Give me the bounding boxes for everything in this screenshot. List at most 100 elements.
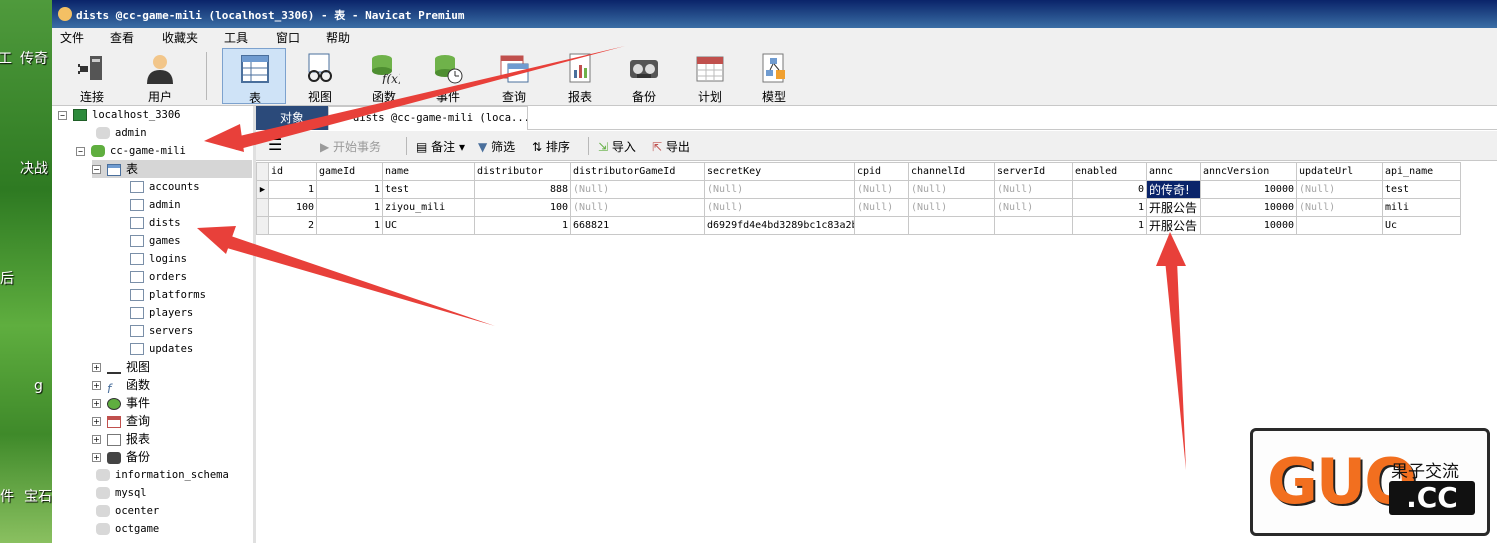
tree-database[interactable]: admin (96, 124, 147, 142)
table-cell[interactable]: (Null) (704, 198, 855, 217)
collapse-icon[interactable]: − (76, 146, 85, 156)
tree-tables-group[interactable]: − 表 (92, 160, 252, 178)
desktop-label[interactable]: 件 (0, 486, 14, 506)
import-button[interactable]: ⇲ 导入 (598, 138, 636, 155)
tree-database[interactable]: information_schema (96, 466, 229, 484)
tree-queries-group[interactable]: + 查询 (92, 412, 150, 430)
model-button[interactable]: 模型 (742, 48, 806, 104)
tree-database[interactable]: octgame (96, 520, 159, 538)
view-button[interactable]: 视图 (288, 48, 352, 104)
column-header[interactable]: anncVersion (1200, 162, 1297, 181)
tree-table-dists[interactable]: dists (130, 214, 181, 232)
table-cell[interactable]: (Null) (1296, 198, 1383, 217)
collapse-icon[interactable]: − (92, 165, 101, 174)
desktop-label[interactable]: 宝石 (24, 486, 52, 506)
desktop-label[interactable]: g (34, 378, 43, 394)
table-cell[interactable]: (Null) (854, 180, 909, 199)
menu-view[interactable]: 查看 (110, 29, 134, 46)
table-cell[interactable] (908, 216, 995, 235)
table-button[interactable]: 表 (222, 48, 286, 105)
table-cell[interactable]: (Null) (570, 198, 705, 217)
table-cell[interactable]: 1 (316, 216, 383, 235)
tree-backups-group[interactable]: + 备份 (92, 448, 150, 466)
table-cell[interactable]: d6929fd4e4bd3289bc1c83a2b (704, 216, 855, 235)
column-header[interactable]: cpid (854, 162, 909, 181)
table-cell[interactable]: 1 (316, 198, 383, 217)
menu-file[interactable]: 文件 (60, 29, 84, 46)
tree-table[interactable]: platforms (130, 286, 206, 304)
backup-button[interactable]: 备份 (612, 48, 676, 104)
export-button[interactable]: ⇱ 导出 (652, 138, 690, 155)
table-cell[interactable]: 10000 (1200, 180, 1297, 199)
memo-button[interactable]: ▤ 备注 ▾ (416, 138, 465, 155)
expand-icon[interactable]: + (92, 417, 101, 426)
table-cell[interactable]: 100 (268, 198, 317, 217)
tree-database[interactable]: ocenter (96, 502, 159, 520)
event-button[interactable]: 事件 (416, 48, 480, 104)
column-header[interactable]: annc (1146, 162, 1201, 181)
table-cell[interactable]: Uc (1382, 216, 1461, 235)
tree-functions-group[interactable]: + f 函数 (92, 376, 150, 396)
menu-help[interactable]: 帮助 (326, 29, 350, 46)
column-header[interactable]: id (268, 162, 317, 181)
table-cell[interactable]: (Null) (704, 180, 855, 199)
table-cell[interactable]: 1 (316, 180, 383, 199)
tree-table[interactable]: admin (130, 196, 181, 214)
column-header[interactable]: distributorGameId (570, 162, 705, 181)
table-cell[interactable]: test (1382, 180, 1461, 199)
table-row[interactable]: ▶ 1 1 test 888 (Null) (Null) (Null) (Nul… (256, 180, 1461, 199)
expand-icon[interactable]: + (92, 399, 101, 408)
tab-objects[interactable]: 对象 (256, 106, 328, 130)
table-cell[interactable] (994, 216, 1073, 235)
sort-button[interactable]: ⇅ 排序 (532, 138, 570, 155)
table-cell[interactable]: (Null) (994, 198, 1073, 217)
table-cell[interactable]: 2 (268, 216, 317, 235)
table-row[interactable]: 100 1 ziyou_mili 100 (Null) (Null) (Null… (256, 198, 1461, 217)
table-cell[interactable] (854, 216, 909, 235)
tree-table[interactable]: accounts (130, 178, 200, 196)
table-cell[interactable]: 1 (1072, 198, 1147, 217)
table-cell[interactable]: 1 (474, 216, 571, 235)
tree-table[interactable]: orders (130, 268, 187, 286)
table-cell[interactable]: 1 (1072, 216, 1147, 235)
expand-icon[interactable]: + (92, 435, 101, 444)
column-header[interactable]: api_name (1382, 162, 1461, 181)
table-cell[interactable]: (Null) (854, 198, 909, 217)
row-header[interactable] (256, 198, 269, 217)
desktop-label[interactable]: 后 (0, 268, 14, 288)
tree-events-group[interactable]: + 事件 (92, 394, 150, 412)
table-cell[interactable]: 10000 (1200, 216, 1297, 235)
tree-views-group[interactable]: + 视图 (92, 358, 150, 376)
query-button[interactable]: 查询 (482, 48, 546, 104)
column-header[interactable]: name (382, 162, 475, 181)
table-cell[interactable]: ziyou_mili (382, 198, 475, 217)
desktop-label[interactable]: 工 (0, 48, 12, 68)
table-cell[interactable]: 888 (474, 180, 571, 199)
desktop-label[interactable]: 传奇 (20, 48, 48, 68)
menu-favorites[interactable]: 收藏夹 (162, 29, 198, 46)
collapse-icon[interactable]: − (58, 110, 67, 120)
function-button[interactable]: f(x) 函数 (352, 48, 416, 104)
table-cell[interactable]: test (382, 180, 475, 199)
user-button[interactable]: 用户 (128, 48, 192, 104)
tree-database-active[interactable]: − cc-game-mili (76, 142, 186, 160)
selected-cell[interactable]: 的传奇! (1146, 180, 1201, 199)
begin-transaction-button[interactable]: ▶ 开始事务 (320, 138, 381, 155)
tree-reports-group[interactable]: + 报表 (92, 430, 150, 448)
expand-icon[interactable]: + (92, 363, 101, 372)
connect-button[interactable]: 连接 (60, 48, 124, 104)
table-cell[interactable]: (Null) (994, 180, 1073, 199)
table-cell[interactable]: 1 (268, 180, 317, 199)
tree-table[interactable]: updates (130, 340, 193, 358)
expand-icon[interactable]: + (92, 381, 101, 390)
table-cell[interactable]: mili (1382, 198, 1461, 217)
table-cell[interactable]: (Null) (908, 198, 995, 217)
table-cell[interactable]: 100 (474, 198, 571, 217)
expand-icon[interactable]: + (92, 453, 101, 462)
desktop-label[interactable]: 决战 (20, 158, 48, 178)
table-cell[interactable]: 10000 (1200, 198, 1297, 217)
table-cell[interactable]: 0 (1072, 180, 1147, 199)
schedule-button[interactable]: 计划 (678, 48, 742, 104)
row-header[interactable] (256, 216, 269, 235)
column-header[interactable]: channelId (908, 162, 995, 181)
